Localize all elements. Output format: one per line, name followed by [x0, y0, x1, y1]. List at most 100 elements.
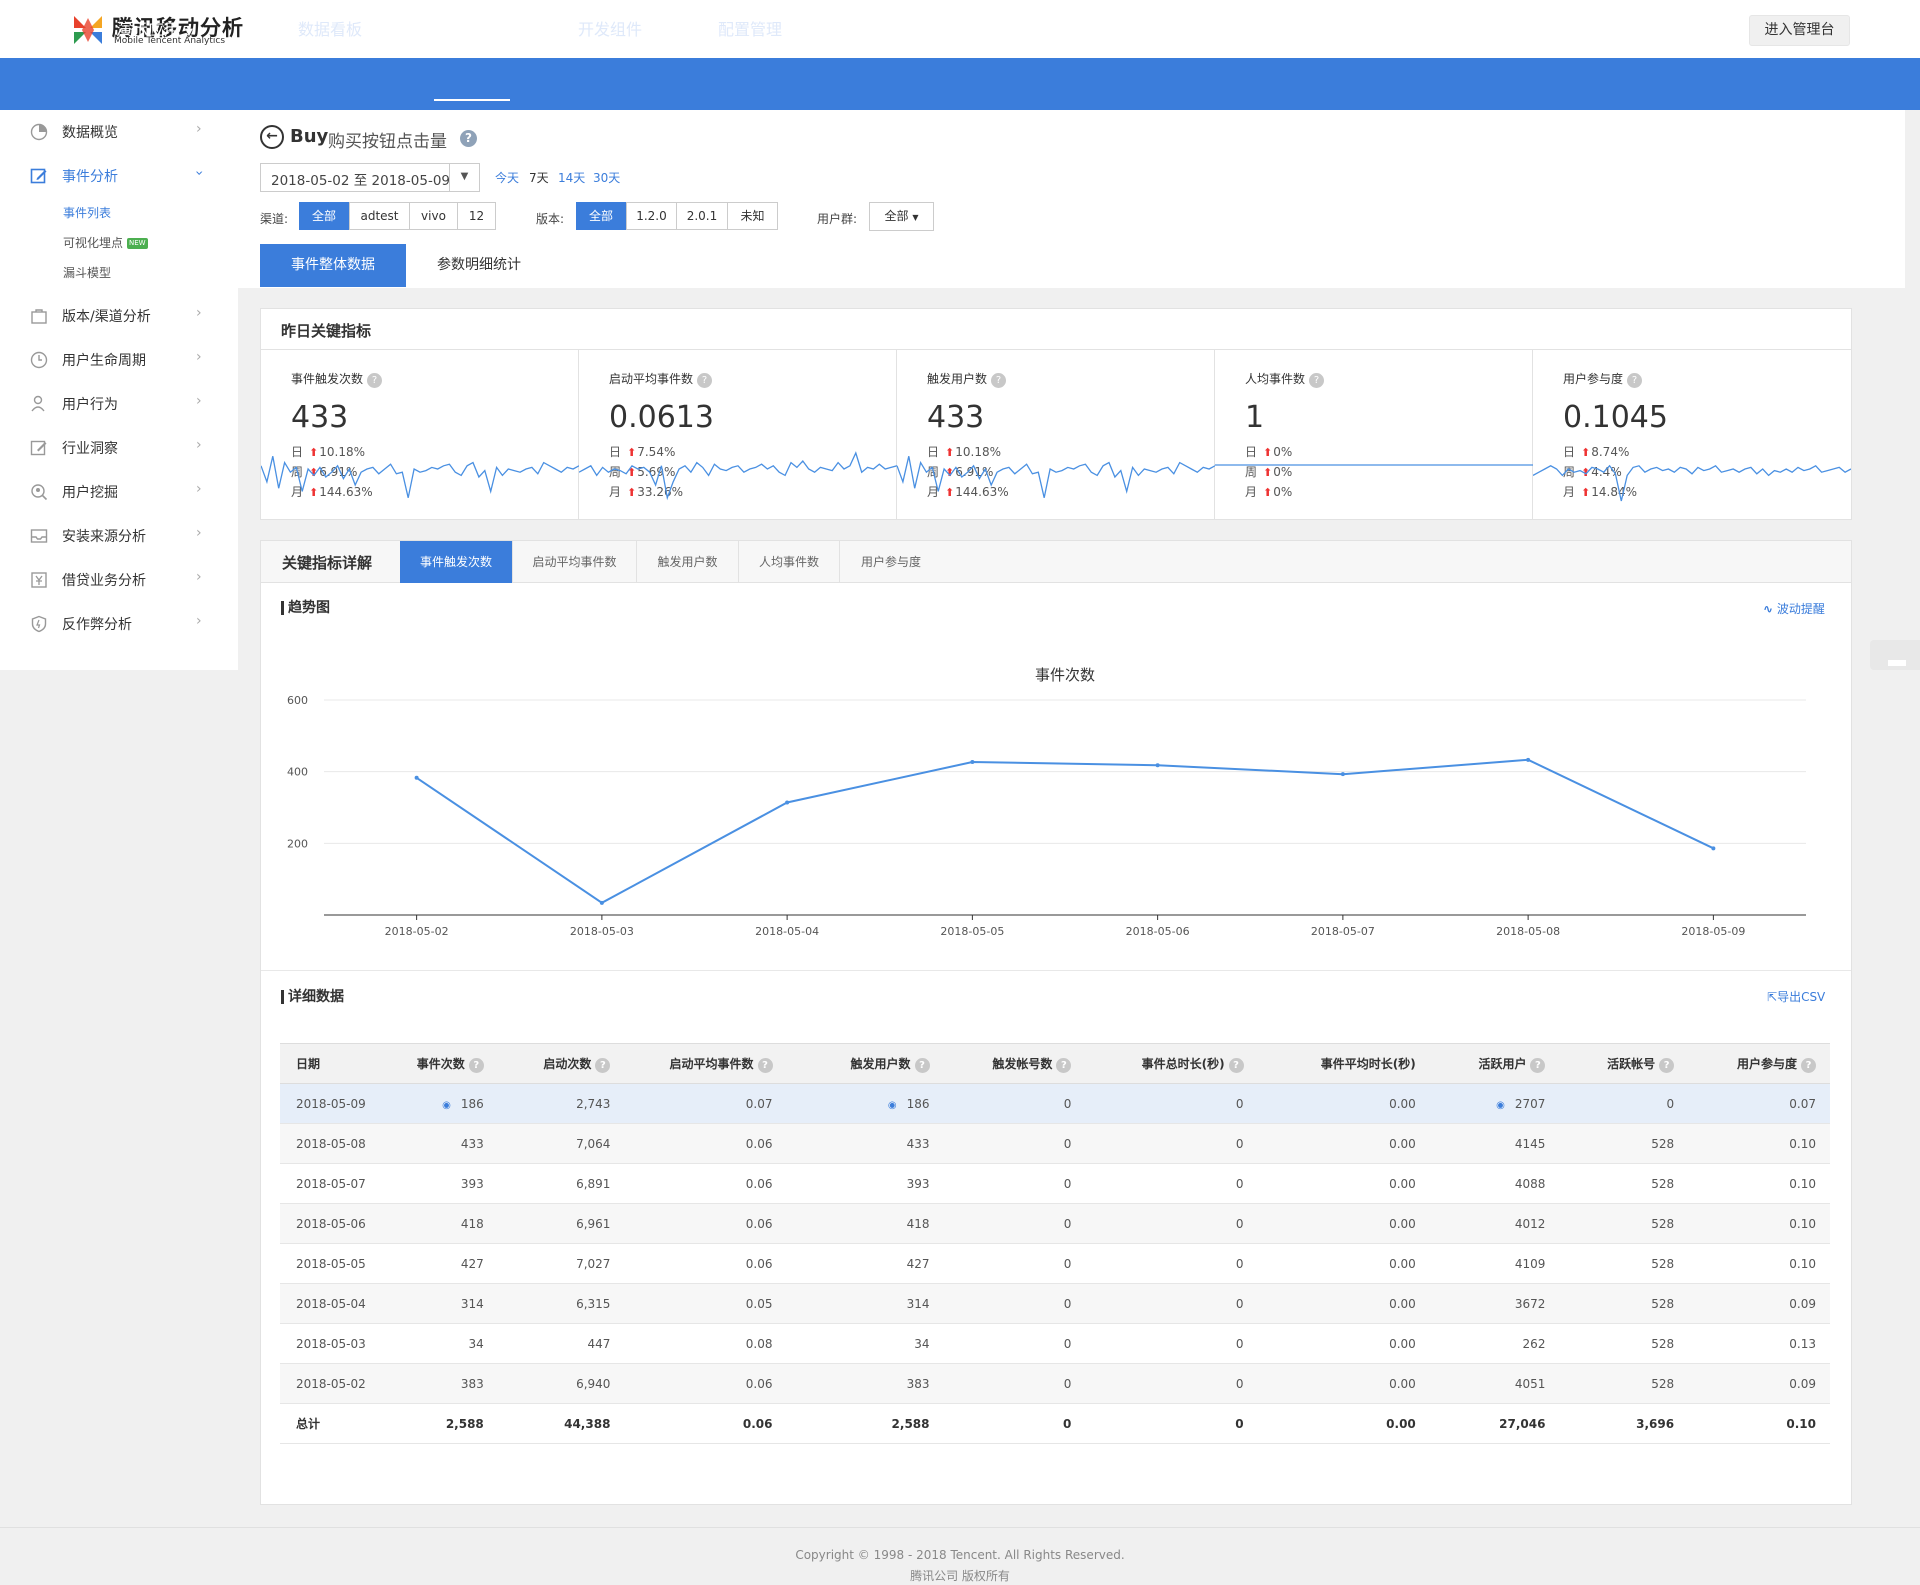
table-header-cell[interactable]: 事件平均时长(秒): [1257, 1043, 1430, 1084]
table-header-cell[interactable]: 事件总时长(秒)?: [1085, 1043, 1258, 1084]
table-header-cell[interactable]: 触发用户数?: [786, 1043, 944, 1084]
table-header-cell[interactable]: 启动次数?: [497, 1043, 625, 1084]
version-1-2-0[interactable]: 1.2.0: [626, 202, 677, 230]
help-icon[interactable]: ?: [367, 373, 383, 388]
eye-icon[interactable]: ◉: [888, 1100, 897, 1111]
sidebar-item-user-behavior[interactable]: 用户行为 ›: [0, 382, 238, 426]
sidebar-item-user-mining[interactable]: 用户挖掘 ›: [0, 470, 238, 514]
data-point: [1711, 846, 1716, 851]
table-cell: 0: [943, 1123, 1086, 1164]
table-cell: 0.00: [1257, 1283, 1430, 1324]
help-icon[interactable]: ?: [460, 130, 477, 147]
table-cell: 0.05: [624, 1283, 787, 1324]
side-drawer-toggle[interactable]: [1870, 640, 1920, 670]
channel-12[interactable]: 12: [457, 202, 496, 230]
caret-down-icon[interactable]: ▼: [449, 164, 479, 191]
detail-tab-engagement[interactable]: 用户参与度: [840, 541, 942, 583]
nav-item-app-analysis[interactable]: 应用分析: [438, 16, 502, 40]
quick-range-today[interactable]: 今天: [495, 169, 519, 186]
table-row[interactable]: 2018-05-06 418 6,961 0.06 418 0 0 0.00 4012 528 0.…: [280, 1203, 1830, 1244]
table-row[interactable]: 2018-05-08 433 7,064 0.06 433 0 0 0.00 4145 528 0.…: [280, 1123, 1830, 1164]
pulse-icon: ∿: [1763, 602, 1774, 616]
quick-range-7d[interactable]: 7天: [529, 169, 549, 186]
kpi-name: 人均事件数?: [1245, 370, 1325, 388]
sidebar-item-event-analysis[interactable]: 事件分析 ›: [0, 154, 238, 198]
help-icon[interactable]: ?: [1309, 373, 1325, 388]
help-icon[interactable]: ?: [697, 373, 713, 388]
table-header-cell[interactable]: 用户参与度?: [1688, 1043, 1830, 1084]
help-icon[interactable]: ?: [595, 1057, 611, 1073]
help-icon[interactable]: ?: [1530, 1057, 1546, 1073]
table-row[interactable]: 2018-05-05 427 7,027 0.06 427 0 0 0.00 4109 528 0.…: [280, 1243, 1830, 1284]
help-icon[interactable]: ?: [914, 1057, 930, 1073]
sidebar-item-overview[interactable]: 数据概览 ›: [0, 110, 238, 154]
table-header-cell[interactable]: 活跃用户?: [1429, 1043, 1560, 1084]
quick-range-30d[interactable]: 30天: [593, 169, 620, 186]
detail-tab-trigger-users[interactable]: 触发用户数: [637, 541, 739, 583]
help-icon[interactable]: ?: [1659, 1057, 1675, 1073]
help-icon[interactable]: ?: [1627, 373, 1643, 388]
table-cell: 528: [1559, 1123, 1689, 1164]
sidebar-subitem-event-list[interactable]: 事件列表: [63, 204, 111, 221]
fluctuation-alert-link[interactable]: ∿ 波动提醒: [1763, 600, 1825, 617]
table-header-cell[interactable]: 日期: [280, 1043, 392, 1084]
sparkline: [261, 456, 579, 498]
table-cell: 0.07: [1688, 1083, 1830, 1124]
help-icon[interactable]: ?: [1056, 1057, 1072, 1073]
version-2-0-1[interactable]: 2.0.1: [676, 202, 728, 230]
help-icon[interactable]: ?: [1228, 1057, 1244, 1073]
sidebar-item-install-source[interactable]: 安装来源分析 ›: [0, 514, 238, 558]
app-selector[interactable]: 演示应用 ▼: [116, 16, 193, 40]
sidebar-subitem-visual-tracking[interactable]: 可视化埋点 NEW: [63, 234, 148, 251]
detail-tab-events-per-user[interactable]: 人均事件数: [739, 541, 840, 583]
table-row[interactable]: 2018-05-04 314 6,315 0.05 314 0 0 0.00 3672 528 0.…: [280, 1283, 1830, 1324]
table-row[interactable]: 2018-05-02 383 6,940 0.06 383 0 0 0.00 4051 528 0.…: [280, 1363, 1830, 1404]
channel-vivo[interactable]: vivo: [409, 202, 458, 230]
usergroup-label: 用户群:: [817, 212, 858, 226]
sidebar-item-version-channel[interactable]: 版本/渠道分析 ›: [0, 294, 238, 338]
table-header-cell[interactable]: 触发帐号数?: [943, 1043, 1086, 1084]
export-csv-link[interactable]: ⇱导出CSV: [1767, 988, 1825, 1005]
table-header-cell[interactable]: 事件次数?: [391, 1043, 498, 1084]
sidebar-item-label: 用户行为: [62, 397, 118, 413]
bag-icon: [31, 309, 47, 324]
hamburger-menu-icon[interactable]: [13, 16, 35, 36]
back-arrow-icon[interactable]: ←: [260, 125, 284, 149]
sidebar-item-lending[interactable]: 借贷业务分析 ›: [0, 558, 238, 602]
sidebar-item-lifecycle[interactable]: 用户生命周期 ›: [0, 338, 238, 382]
tab-param-details[interactable]: 参数明细统计: [406, 244, 552, 287]
quick-range-14d[interactable]: 14天: [558, 169, 585, 186]
eye-icon[interactable]: ◉: [442, 1100, 451, 1111]
page-subtitle: 购买按钮点击量: [328, 132, 447, 152]
help-icon[interactable]: ?: [1801, 1057, 1816, 1073]
usergroup-select[interactable]: 全部 ▼: [869, 202, 934, 231]
nav-item-dashboard[interactable]: 数据看板: [298, 16, 362, 40]
sidebar-item-anti-fraud[interactable]: 反作弊分析 ›: [0, 602, 238, 646]
channel-adtest[interactable]: adtest: [349, 202, 410, 230]
table-header-cell[interactable]: 启动平均事件数?: [624, 1043, 787, 1084]
x-tick-label: 2018-05-05: [940, 925, 1004, 938]
detail-tab-event-count[interactable]: 事件触发次数: [400, 541, 513, 583]
table-header-cell[interactable]: 活跃帐号?: [1559, 1043, 1689, 1084]
channel-all[interactable]: 全部: [299, 202, 349, 230]
table-row[interactable]: 2018-05-09 ◉ 186 2,743 0.07 ◉ 186 0 0 0.00 ◉ 2707 0 0…: [280, 1083, 1830, 1124]
tab-overall-data[interactable]: 事件整体数据: [260, 244, 406, 287]
version-all[interactable]: 全部: [576, 202, 626, 230]
date-range-picker[interactable]: 2018-05-02 至 2018-05-09 ▼: [260, 163, 480, 192]
sidebar-item-industry[interactable]: 行业洞察 ›: [0, 426, 238, 470]
sidebar-subitem-funnel[interactable]: 漏斗模型: [63, 264, 111, 281]
version-unknown[interactable]: 未知: [727, 202, 778, 230]
help-icon[interactable]: ?: [468, 1057, 484, 1073]
enter-admin-button[interactable]: 进入管理台: [1749, 15, 1850, 46]
table-row[interactable]: 2018-05-07 393 6,891 0.06 393 0 0 0.00 4088 528 0.…: [280, 1163, 1830, 1204]
help-icon[interactable]: ?: [757, 1057, 773, 1073]
chevron-right-icon: ›: [196, 349, 202, 365]
eye-icon[interactable]: ◉: [1496, 1100, 1505, 1111]
table-cell: 528: [1559, 1363, 1689, 1404]
table-cell: 0.06: [624, 1123, 787, 1164]
detail-tab-avg-events-per-launch[interactable]: 启动平均事件数: [513, 541, 637, 583]
table-row[interactable]: 2018-05-03 34 447 0.08 34 0 0 0.00 262 528 0.13: [280, 1323, 1830, 1364]
help-icon[interactable]: ?: [991, 373, 1007, 388]
nav-item-dev-components[interactable]: 开发组件: [578, 16, 642, 40]
nav-item-config[interactable]: 配置管理: [718, 16, 782, 40]
